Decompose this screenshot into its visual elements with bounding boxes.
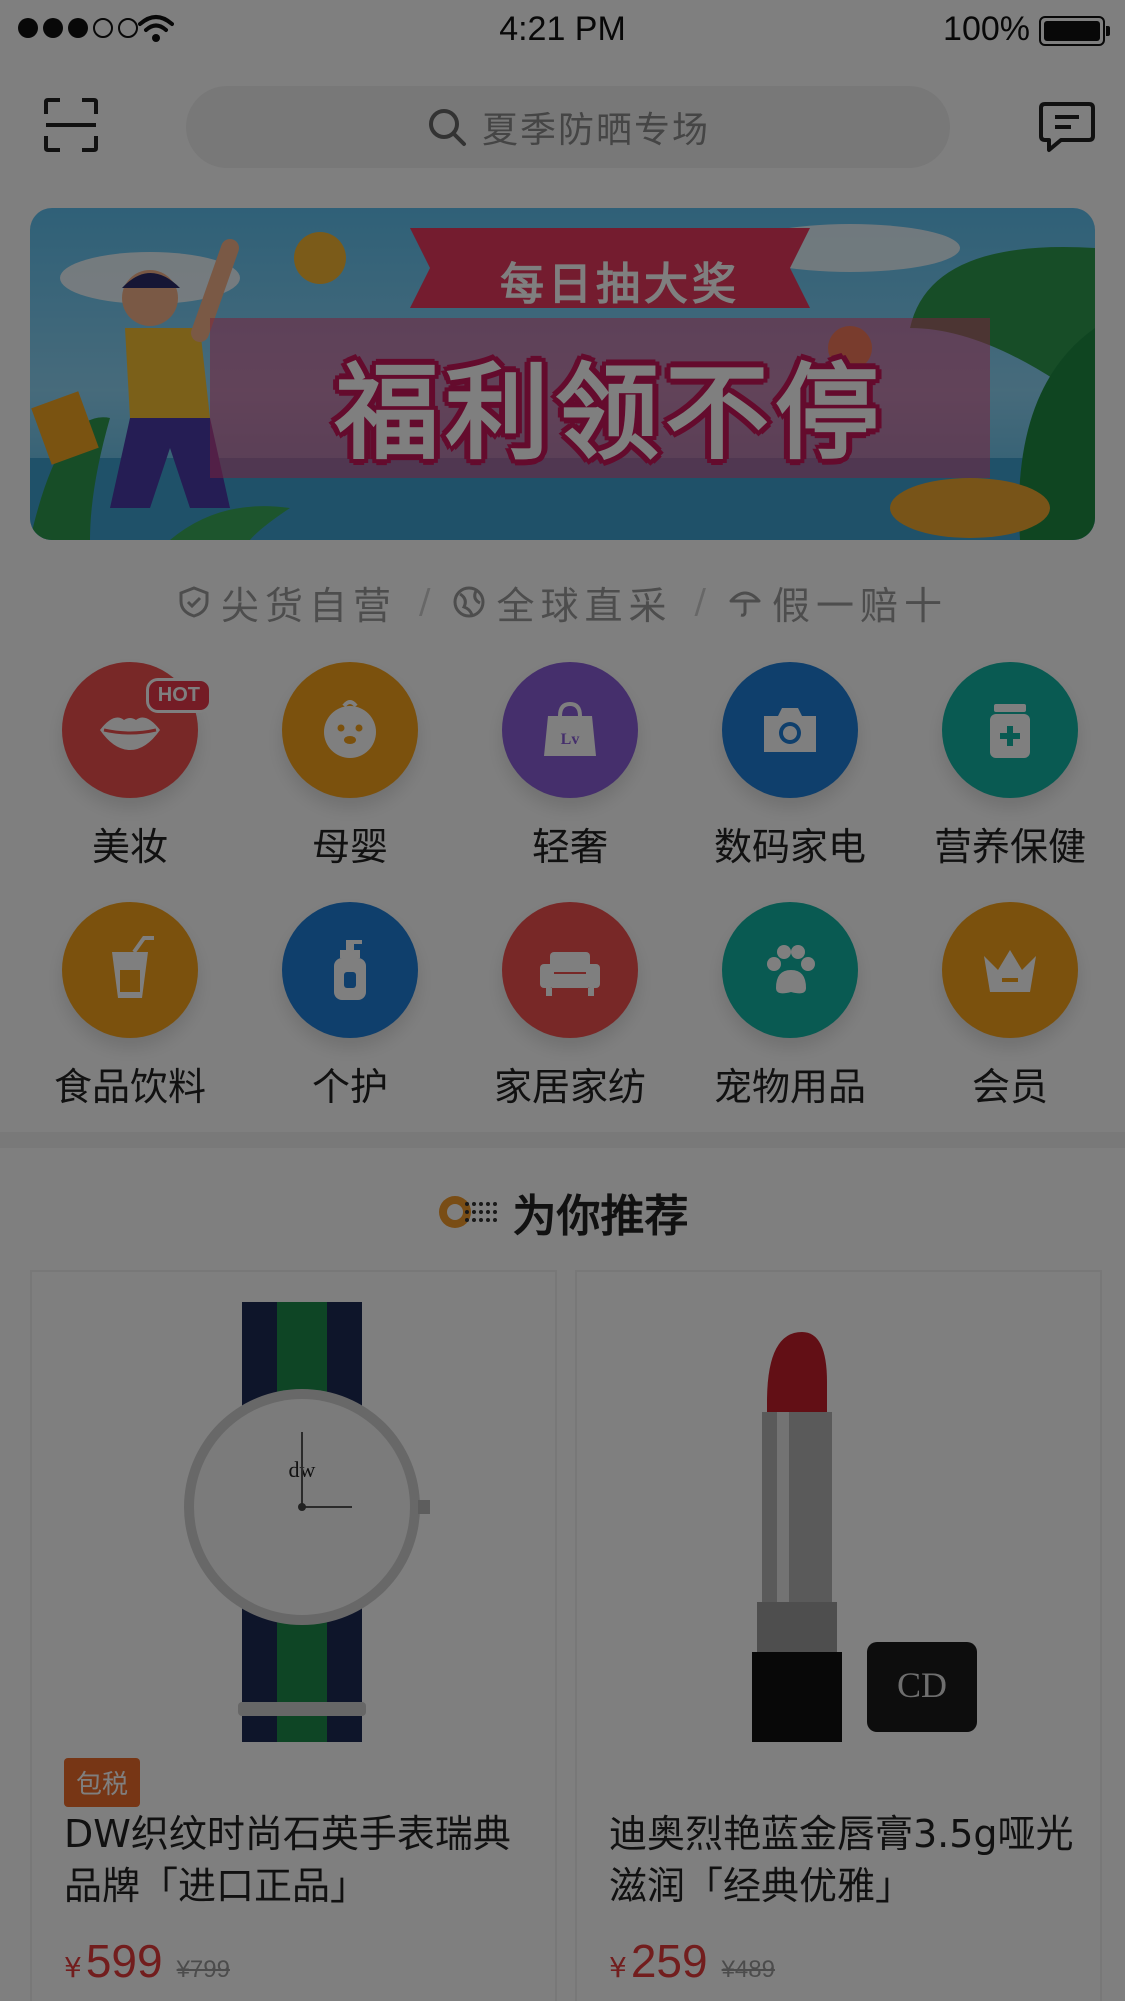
category-vip[interactable]: 会员: [900, 902, 1120, 1111]
product-card[interactable]: CD 迪奥烈艳蓝金唇膏3.5g哑光滋润「经典优雅」 ¥ 259 ¥489: [575, 1270, 1102, 2001]
app-screen: 4:21 PM 100% 夏季防晒专场 每日抽大奖 福利领不停 尖货自营 / 全…: [0, 0, 1125, 2001]
guarantee-bar: 尖货自营 / 全球直采 / 假一赔十: [0, 574, 1125, 630]
category-label: 轻奢: [531, 825, 608, 869]
currency-symbol: ¥: [64, 1951, 82, 1984]
category-label: 营养保健: [933, 825, 1086, 869]
category-icon-circle: [282, 902, 418, 1038]
product-price: 599: [85, 1935, 163, 1987]
category-electronics[interactable]: 数码家电: [680, 662, 900, 871]
battery-icon: [1039, 16, 1110, 46]
recommend-icon: [438, 1196, 497, 1228]
paw-icon: [767, 945, 815, 994]
guarantee-item: 尖货自营: [177, 575, 397, 630]
category-label: 宠物用品: [713, 1065, 866, 1109]
globe-icon: [453, 586, 485, 618]
category-label: 会员: [971, 1065, 1048, 1109]
category-baby[interactable]: 母婴: [240, 662, 460, 871]
camera-icon: [764, 708, 816, 752]
lotion-icon: [334, 940, 366, 1000]
svg-text:Lv: Lv: [561, 731, 580, 748]
drink-icon: [112, 936, 154, 998]
category-makeup[interactable]: HOT 美妆: [20, 662, 240, 871]
price-row: ¥ 259 ¥489: [609, 1934, 775, 1988]
category-icon-circle: [502, 902, 638, 1038]
recommend-header: 为你推荐: [0, 1180, 1125, 1244]
category-label: 母婴: [311, 825, 388, 869]
category-luxury[interactable]: Lv 轻奢: [460, 662, 680, 871]
category-health[interactable]: 营养保健: [900, 662, 1120, 871]
category-icon-circle: [62, 902, 198, 1038]
product-grid: dw 包税 DW织纹时尚石英手表瑞典品牌「进口正品」 ¥ 599 ¥799 CD…: [30, 1270, 1105, 2001]
umbrella-icon: [729, 591, 761, 617]
category-icon-circle: [942, 902, 1078, 1038]
hot-badge: HOT: [145, 678, 212, 713]
watch-icon: dw: [184, 1302, 430, 1742]
medicine-icon: [990, 704, 1030, 758]
banner-subtitle: 每日抽大奖: [500, 259, 740, 310]
tax-included-badge: 包税: [64, 1758, 141, 1807]
guarantee-item: 假一赔十: [728, 575, 948, 630]
message-icon[interactable]: [1039, 100, 1095, 154]
category-label: 数码家电: [713, 825, 866, 869]
section-divider: [0, 1132, 1125, 1148]
currency-symbol: ¥: [609, 1951, 627, 1984]
baby-icon: [324, 700, 376, 758]
category-icon-circle: [282, 662, 418, 798]
battery-percent: 100%: [943, 10, 1030, 48]
product-card[interactable]: dw 包税 DW织纹时尚石英手表瑞典品牌「进口正品」 ¥ 599 ¥799: [30, 1270, 557, 2001]
scan-icon[interactable]: [42, 96, 100, 154]
category-pets[interactable]: 宠物用品: [680, 902, 900, 1111]
search-bar[interactable]: 夏季防晒专场: [186, 86, 950, 168]
category-home[interactable]: 家居家纺: [460, 902, 680, 1111]
original-price: ¥799: [176, 1956, 230, 1983]
category-label: 家居家纺: [493, 1065, 646, 1109]
category-icon-circle: [722, 662, 858, 798]
recommend-title: 为你推荐: [512, 1191, 689, 1242]
category-label: 个护: [311, 1065, 388, 1109]
category-icon-circle: Lv: [502, 662, 638, 798]
search-placeholder: 夏季防晒专场: [481, 110, 710, 151]
sofa-icon: [540, 952, 600, 996]
price-row: ¥ 599 ¥799: [64, 1934, 230, 1988]
guarantee-label: 假一赔十: [771, 583, 948, 628]
status-bar: 4:21 PM 100%: [0, 0, 1125, 62]
shield-icon: [179, 586, 209, 618]
search-icon: [428, 109, 466, 146]
product-name: 迪奥烈艳蓝金唇膏3.5g哑光滋润「经典优雅」: [609, 1812, 1074, 1908]
guarantee-label: 尖货自营: [221, 583, 398, 628]
product-price: 259: [630, 1935, 708, 1987]
separator: /: [419, 582, 431, 622]
crown-icon: [984, 950, 1036, 992]
promo-banner[interactable]: 每日抽大奖 福利领不停: [30, 208, 1095, 540]
separator: /: [694, 582, 706, 622]
category-icon-circle: [722, 902, 858, 1038]
category-personal-care[interactable]: 个护: [240, 902, 460, 1111]
category-icon-circle: HOT: [62, 662, 212, 798]
banner-title: 福利领不停: [334, 352, 885, 474]
category-icon-circle: [942, 662, 1078, 798]
bag-icon: Lv: [544, 701, 596, 756]
category-label: 美妆: [91, 825, 168, 869]
guarantee-item: 全球直采: [452, 575, 672, 630]
guarantee-label: 全球直采: [496, 583, 673, 628]
product-name: DW织纹时尚石英手表瑞典品牌「进口正品」: [64, 1812, 511, 1908]
category-food[interactable]: 食品饮料: [20, 902, 240, 1111]
svg-text:CD: CD: [897, 1665, 947, 1705]
category-label: 食品饮料: [53, 1065, 206, 1109]
original-price: ¥489: [721, 1956, 775, 1983]
lipstick-icon: CD: [752, 1332, 977, 1742]
